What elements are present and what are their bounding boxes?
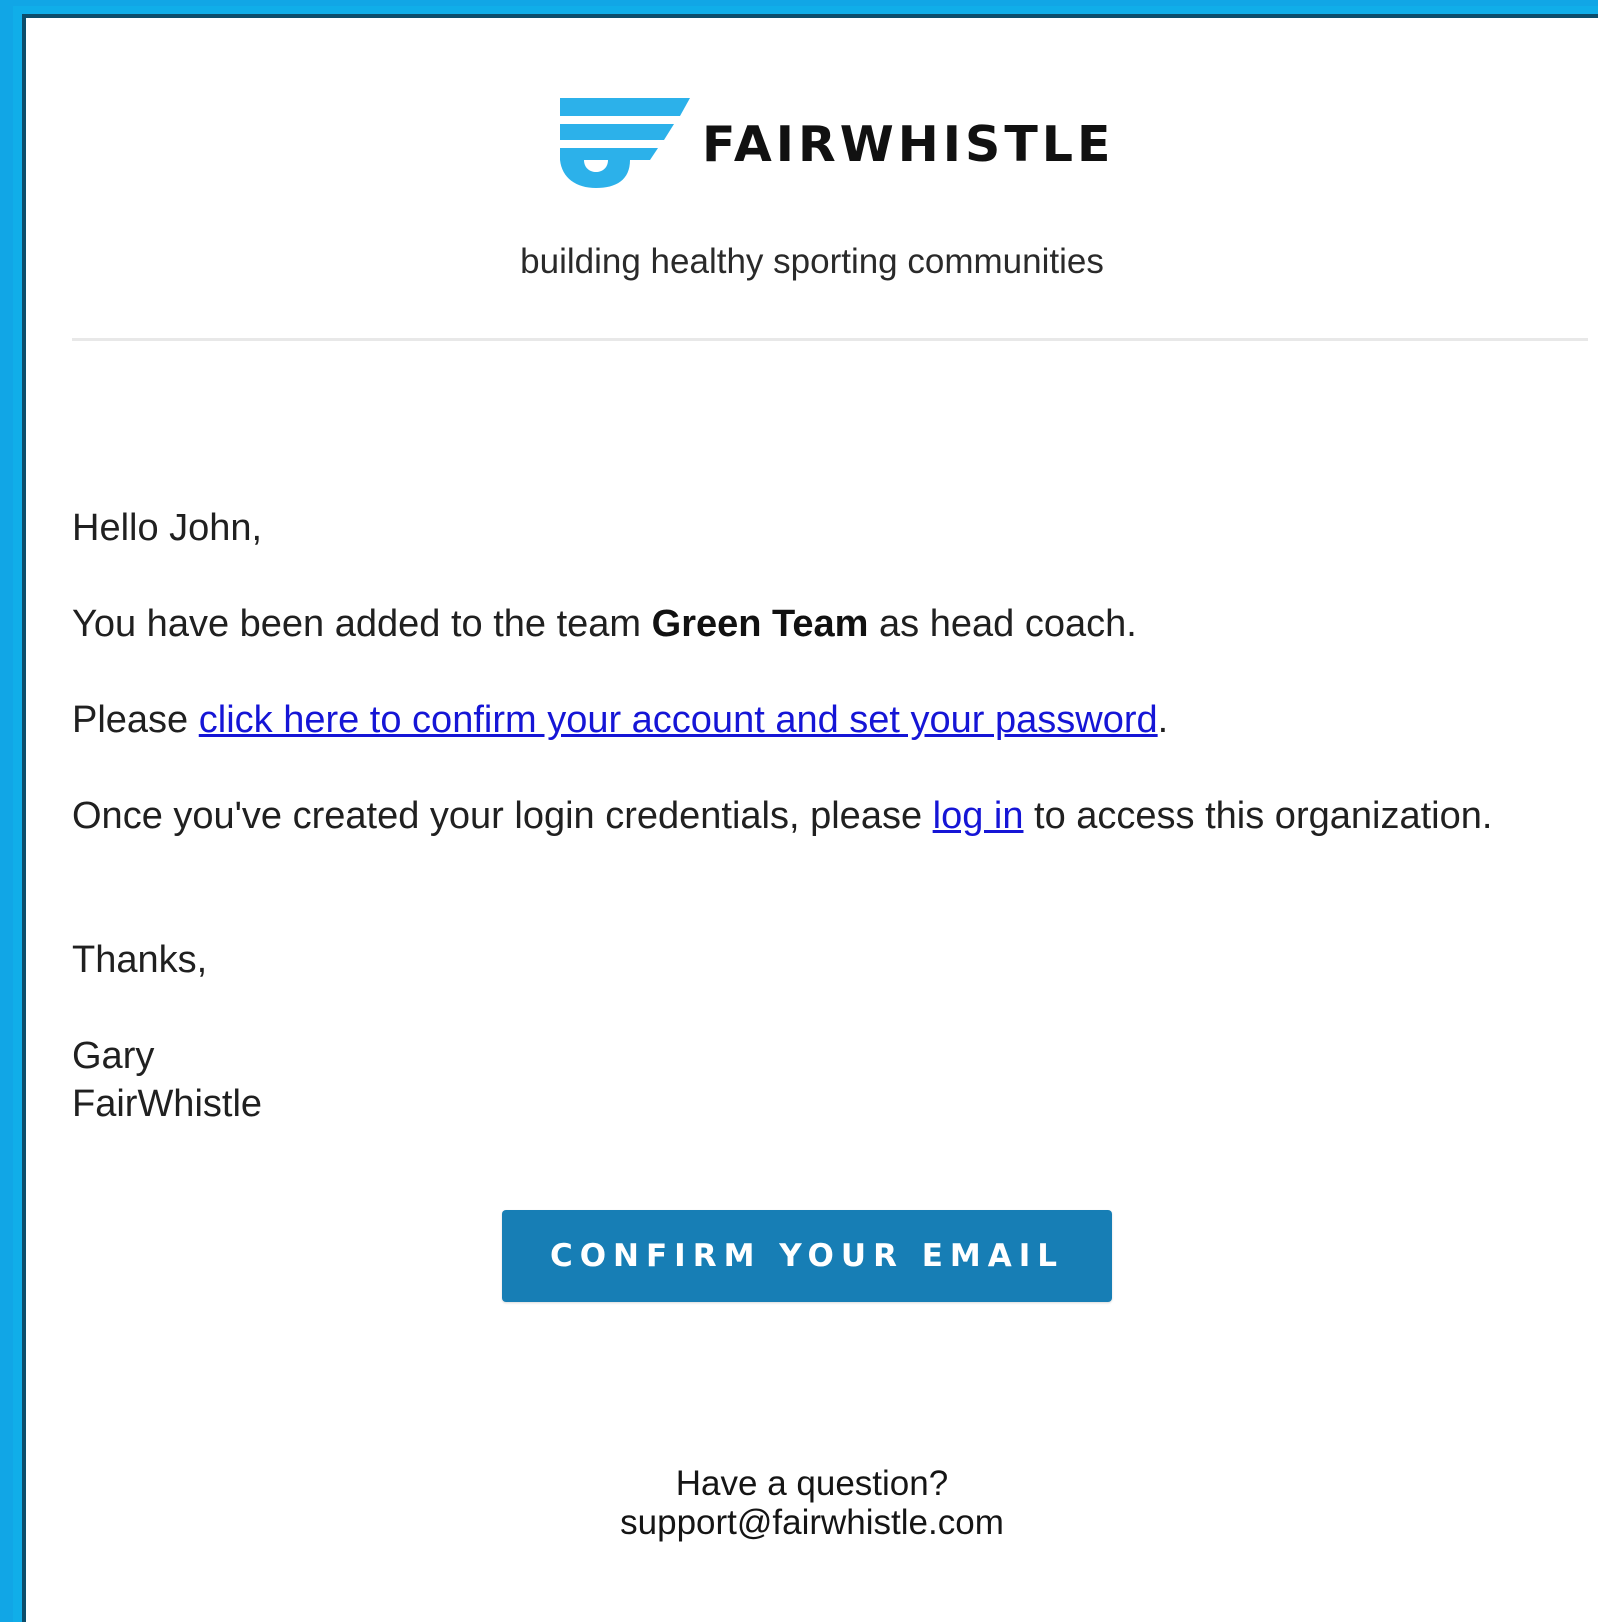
fairwhistle-logo-icon: [560, 98, 690, 188]
once-prefix: Once you've created your login credentia…: [72, 795, 933, 837]
support-email-link[interactable]: support@fairwhistle.com: [620, 1503, 1004, 1542]
signature: Gary FairWhistle: [72, 1032, 1532, 1128]
greeting-text: Hello John,: [72, 507, 263, 549]
thanks-text: Thanks,: [72, 939, 208, 981]
brand-tagline: building healthy sporting communities: [520, 242, 1104, 281]
login-link[interactable]: log in: [933, 795, 1024, 837]
login-instructions: Once you've created your login credentia…: [72, 792, 1532, 840]
signature-name: Gary: [72, 1035, 155, 1077]
confirm-instructions: Please click here to confirm your accoun…: [72, 696, 1532, 744]
brand-wordmark: FAIRWHISTLE: [702, 115, 1115, 173]
footer-question: Have a question?: [675, 1464, 949, 1503]
once-suffix: to access this organization.: [1023, 795, 1493, 837]
team-added-text: You have been added to the team Green Te…: [72, 600, 1532, 648]
team-added-prefix: You have been added to the team: [72, 603, 652, 645]
email-card: FAIRWHISTLE building healthy sporting co…: [22, 14, 1598, 1622]
header-divider: [72, 338, 1588, 341]
team-name: Green Team: [651, 603, 869, 645]
signature-org: FairWhistle: [72, 1083, 263, 1125]
please-suffix: .: [1157, 699, 1169, 741]
please-prefix: Please: [72, 699, 199, 741]
confirm-account-link[interactable]: click here to confirm your account and s…: [199, 699, 1158, 741]
team-added-suffix: as head coach.: [868, 603, 1137, 645]
footer: Have a question? support@fairwhistle.com: [26, 1464, 1598, 1542]
brand-header: FAIRWHISTLE: [556, 96, 1114, 192]
confirm-email-button[interactable]: CONFIRM YOUR EMAIL: [502, 1210, 1112, 1302]
